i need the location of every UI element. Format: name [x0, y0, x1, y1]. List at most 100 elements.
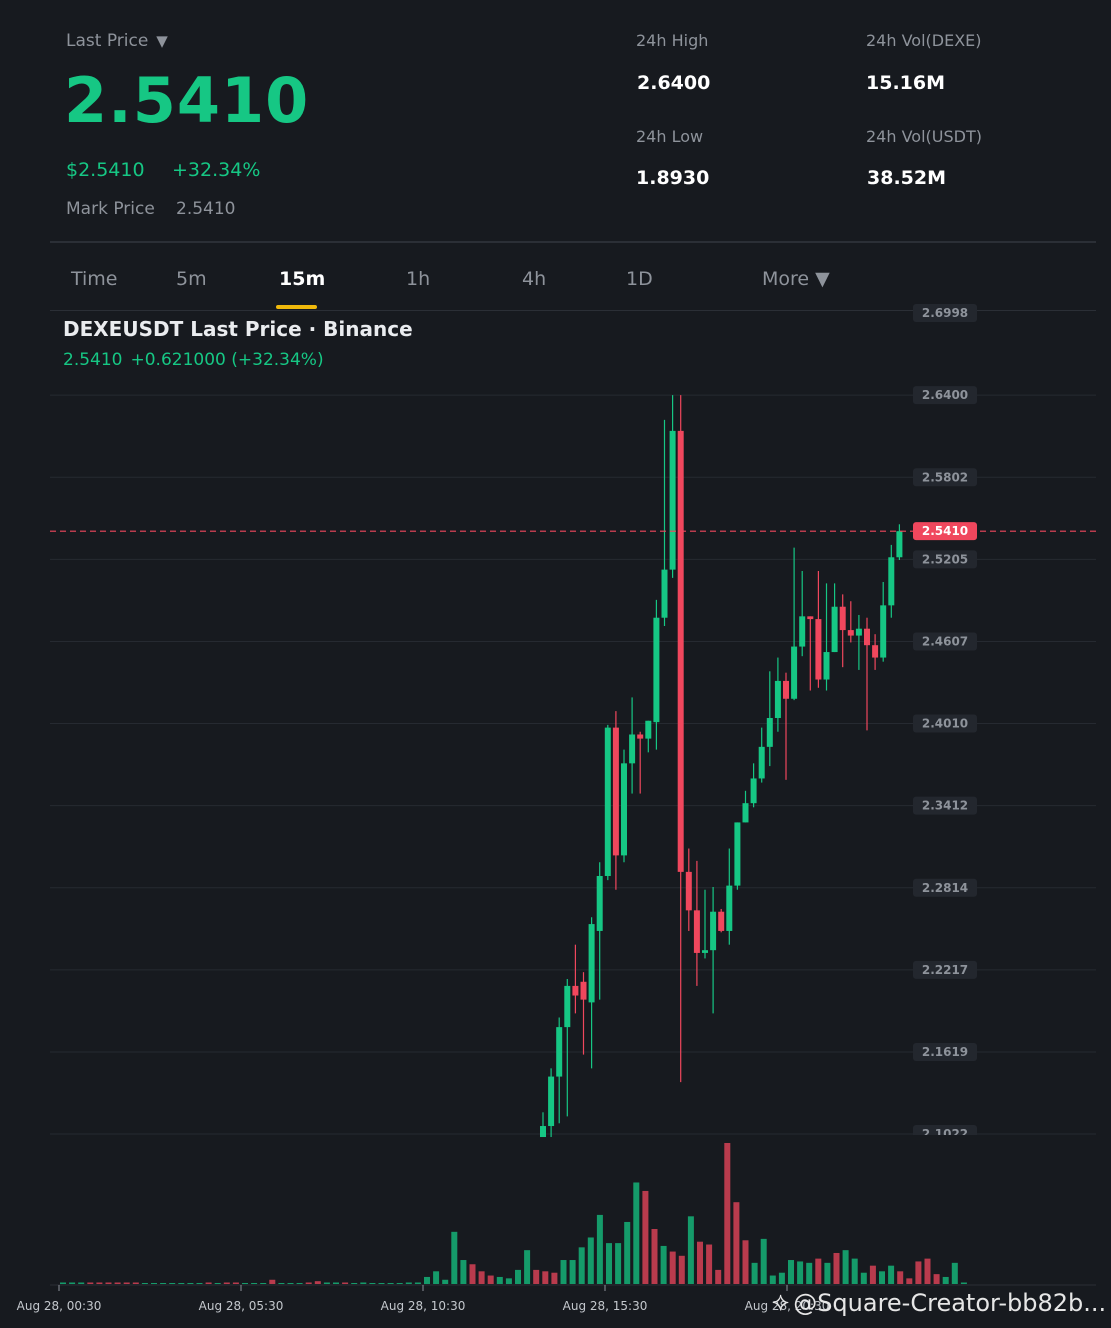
volume-bar	[96, 1282, 103, 1284]
candle-body	[540, 1126, 546, 1138]
volume-bar	[951, 1262, 958, 1284]
volume-bar	[897, 1271, 904, 1284]
volume-bar	[141, 1283, 148, 1284]
volume-bar	[833, 1252, 840, 1284]
candle-body	[588, 924, 595, 1003]
volume-bar	[105, 1282, 112, 1284]
volume-bar	[242, 1283, 248, 1284]
volume-bar	[542, 1271, 549, 1284]
volume-bar	[287, 1283, 294, 1284]
watermark: ⟡ @Square-Creator-bb82b...	[772, 1287, 1106, 1318]
volume-bar	[251, 1283, 258, 1284]
candle-body	[847, 630, 854, 636]
candle-body	[596, 875, 603, 931]
volume-bar	[132, 1282, 139, 1284]
volume-bar	[933, 1274, 940, 1284]
volume-bar	[515, 1269, 521, 1284]
chart-grid	[50, 394, 1096, 1135]
volume-bar	[69, 1282, 76, 1284]
price-tick-label: 2.4607	[922, 634, 968, 648]
volume-bar	[214, 1283, 221, 1284]
volume-bar	[487, 1275, 494, 1284]
volume-bar	[860, 1272, 867, 1284]
volume-bar	[551, 1272, 558, 1284]
volume-bar	[669, 1251, 676, 1284]
volume-bar	[451, 1231, 458, 1284]
volume-bar	[223, 1282, 230, 1284]
candles	[540, 395, 903, 1138]
volume-bar	[606, 1243, 612, 1284]
volume-bar	[797, 1261, 804, 1284]
volume-bar	[433, 1271, 440, 1284]
volume-bar	[697, 1241, 703, 1284]
candle-body	[783, 680, 789, 699]
volume-bar	[624, 1221, 631, 1284]
volume-bar	[424, 1276, 430, 1284]
price-tick-label: 2.3412	[922, 799, 968, 813]
volume-bar	[824, 1262, 831, 1284]
candle-body	[815, 619, 822, 680]
candle-body	[621, 763, 627, 856]
volume-bar	[769, 1275, 776, 1284]
volume-bar	[742, 1240, 749, 1284]
time-tick-label: Aug 28, 05:30	[199, 1299, 284, 1313]
price-chart[interactable]: 2.6998 2.6400 2.5802 2.5205 2.4607 2.4010 2.34…	[0, 0, 1111, 1328]
candle-body	[556, 1027, 563, 1077]
volume-bar	[706, 1244, 713, 1284]
price-tick-label: 2.2217	[922, 963, 968, 977]
current-price-label: 2.5410	[922, 524, 968, 538]
volume-bar	[87, 1282, 94, 1284]
volume-bar	[642, 1190, 649, 1284]
volume-bar	[278, 1283, 285, 1284]
candle-body	[604, 727, 611, 876]
volume-bar	[524, 1250, 531, 1284]
candle-body	[791, 646, 798, 699]
price-tick-label: 2.4010	[922, 717, 968, 731]
volume-bar	[60, 1282, 66, 1284]
candle-body	[718, 911, 725, 931]
volume-bar	[114, 1282, 121, 1284]
axis-clip	[900, 1135, 1000, 1145]
price-tick-label: 2.5205	[922, 552, 968, 566]
candle-body	[677, 430, 684, 872]
time-tick-label: Aug 28, 15:30	[563, 1299, 648, 1313]
candle-body	[710, 911, 717, 951]
candle-body	[872, 645, 879, 658]
time-tick-label: Aug 28, 10:30	[381, 1299, 466, 1313]
candle-body	[693, 910, 700, 953]
candle-body	[766, 718, 773, 747]
volume-bar	[378, 1283, 385, 1284]
chart-title: DEXEUSDT Last Price · Binance	[63, 317, 413, 341]
volume-bar	[260, 1283, 267, 1284]
volume-bar	[924, 1258, 931, 1284]
candle-body	[880, 605, 887, 658]
volume-bar	[687, 1216, 694, 1284]
candle-body	[564, 985, 571, 1028]
candle-body	[896, 531, 903, 558]
price-tick-label: 2.6998	[922, 306, 968, 320]
volume-bar	[342, 1282, 349, 1284]
volume-bar	[842, 1250, 849, 1284]
volume-bar	[733, 1202, 740, 1284]
candle-body	[774, 680, 781, 719]
price-tick-label: 2.6400	[922, 388, 968, 402]
volume-bar	[351, 1283, 358, 1284]
price-tick-label: 2.1619	[922, 1045, 968, 1059]
volume-bar	[123, 1282, 130, 1284]
price-axis: 2.6998 2.6400 2.5802 2.5205 2.4607 2.4010 2.34…	[913, 304, 977, 1143]
volume-bar	[187, 1283, 194, 1284]
volume-bar	[533, 1269, 540, 1284]
volume-bar	[942, 1276, 949, 1284]
volume-bar	[405, 1282, 412, 1284]
candle-body	[726, 885, 733, 931]
volume-bar	[778, 1272, 785, 1284]
binance-logo-icon: ⟡	[772, 1287, 790, 1317]
volume-bar	[788, 1260, 794, 1284]
volume-bar	[869, 1265, 876, 1284]
volume-bar	[888, 1265, 895, 1284]
volume-bars	[60, 1143, 967, 1284]
volume-bar	[587, 1237, 594, 1284]
candle-body	[661, 569, 668, 618]
volume-bar	[569, 1260, 576, 1284]
watermark-text: @Square-Creator-bb82b...	[793, 1288, 1107, 1317]
